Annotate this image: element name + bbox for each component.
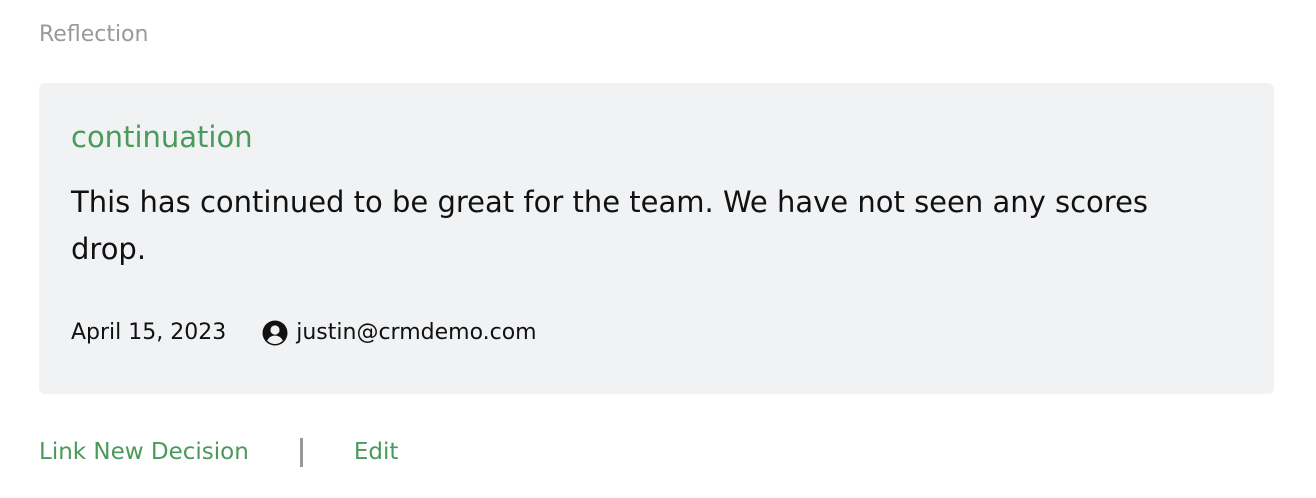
reflection-meta: April 15, 2023 justin@crmdemo.com: [71, 317, 537, 349]
reflection-card: continuation This has continued to be gr…: [39, 83, 1274, 394]
user-circle-icon: [262, 320, 288, 346]
reflection-title: continuation: [71, 120, 253, 154]
reflection-body: This has continued to be great for the t…: [71, 185, 1149, 266]
author-email: justin@crmdemo.com: [296, 320, 537, 345]
reflection-author: justin@crmdemo.com: [262, 317, 537, 349]
action-divider: [299, 437, 303, 467]
reflection-actions: Link New Decision Edit: [39, 434, 398, 470]
section-label: Reflection: [39, 22, 149, 47]
edit-link[interactable]: Edit: [354, 434, 399, 470]
reflection-date: April 15, 2023: [71, 320, 227, 345]
link-new-decision-link[interactable]: Link New Decision: [39, 434, 249, 470]
